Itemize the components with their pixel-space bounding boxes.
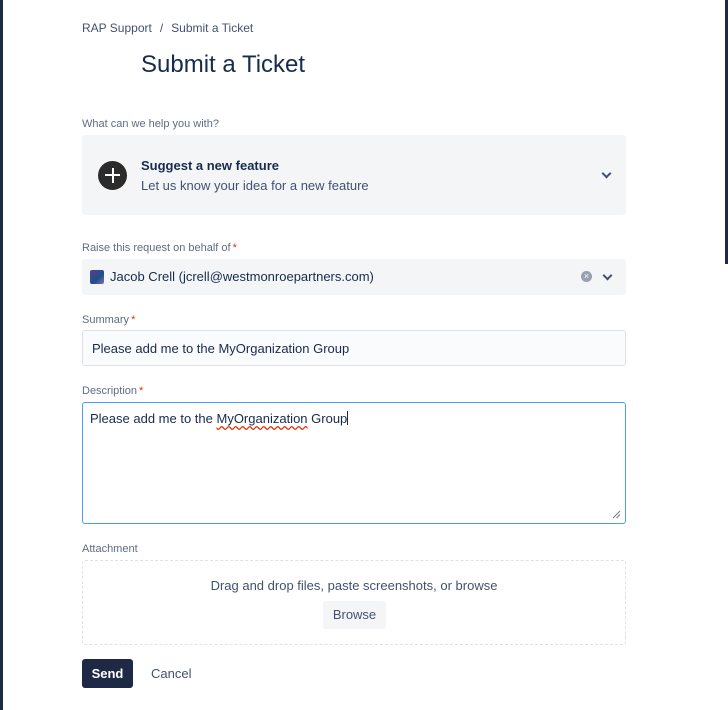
send-button[interactable]: Send xyxy=(82,659,133,688)
behalf-label: Raise this request on behalf of * xyxy=(82,242,237,254)
required-asterisk: * xyxy=(139,385,144,397)
behalf-label-text: Raise this request on behalf of xyxy=(82,242,231,254)
request-type-label: What can we help you with? xyxy=(82,118,219,130)
description-textarea[interactable]: Please add me to the MyOrganization Grou… xyxy=(82,402,626,524)
left-frame-border xyxy=(0,0,3,710)
cancel-button[interactable]: Cancel xyxy=(151,666,191,681)
request-type-description: Let us know your idea for a new feature xyxy=(141,178,369,193)
summary-input[interactable]: Please add me to the MyOrganization Grou… xyxy=(82,330,626,366)
attachment-dropzone[interactable]: Drag and drop files, paste screenshots, … xyxy=(82,560,626,645)
description-text-start: Please add me to the xyxy=(90,411,217,426)
behalf-select[interactable]: Jacob Crell (jcrell@westmonroepartners.c… xyxy=(82,259,626,295)
attachment-label: Attachment xyxy=(82,543,138,555)
dropzone-prompt: Drag and drop files, paste screenshots, … xyxy=(210,578,498,593)
plus-circle-icon xyxy=(98,161,127,190)
description-text-end: Group xyxy=(307,411,348,426)
summary-label: Summary * xyxy=(82,314,135,326)
chevron-down-icon[interactable] xyxy=(602,270,613,281)
description-label-text: Description xyxy=(82,385,138,397)
description-label: Description * xyxy=(82,385,143,397)
request-type-selector[interactable]: Suggest a new feature Let us know your i… xyxy=(82,135,626,215)
summary-value: Please add me to the MyOrganization Grou… xyxy=(92,341,350,356)
required-asterisk: * xyxy=(232,242,237,254)
breadcrumb-root-link[interactable]: RAP Support xyxy=(82,21,152,35)
chevron-down-icon[interactable] xyxy=(601,168,612,179)
spellcheck-flagged-word: MyOrganization xyxy=(216,411,308,426)
clear-icon[interactable]: × xyxy=(581,271,592,282)
breadcrumb-current-link[interactable]: Submit a Ticket xyxy=(171,21,253,35)
summary-label-text: Summary xyxy=(82,314,130,326)
request-type-title: Suggest a new feature xyxy=(141,158,279,173)
description-value: Please add me to the MyOrganization Grou… xyxy=(90,411,349,426)
page-title: Submit a Ticket xyxy=(141,51,306,78)
breadcrumb: RAP Support / Submit a Ticket xyxy=(82,21,253,35)
behalf-value: Jacob Crell (jcrell@westmonroepartners.c… xyxy=(110,269,374,284)
resize-handle-icon[interactable] xyxy=(612,510,621,519)
required-asterisk: * xyxy=(131,314,136,326)
browse-button[interactable]: Browse xyxy=(323,601,386,629)
breadcrumb-separator: / xyxy=(159,21,164,35)
avatar xyxy=(90,270,104,284)
text-cursor xyxy=(347,411,349,425)
